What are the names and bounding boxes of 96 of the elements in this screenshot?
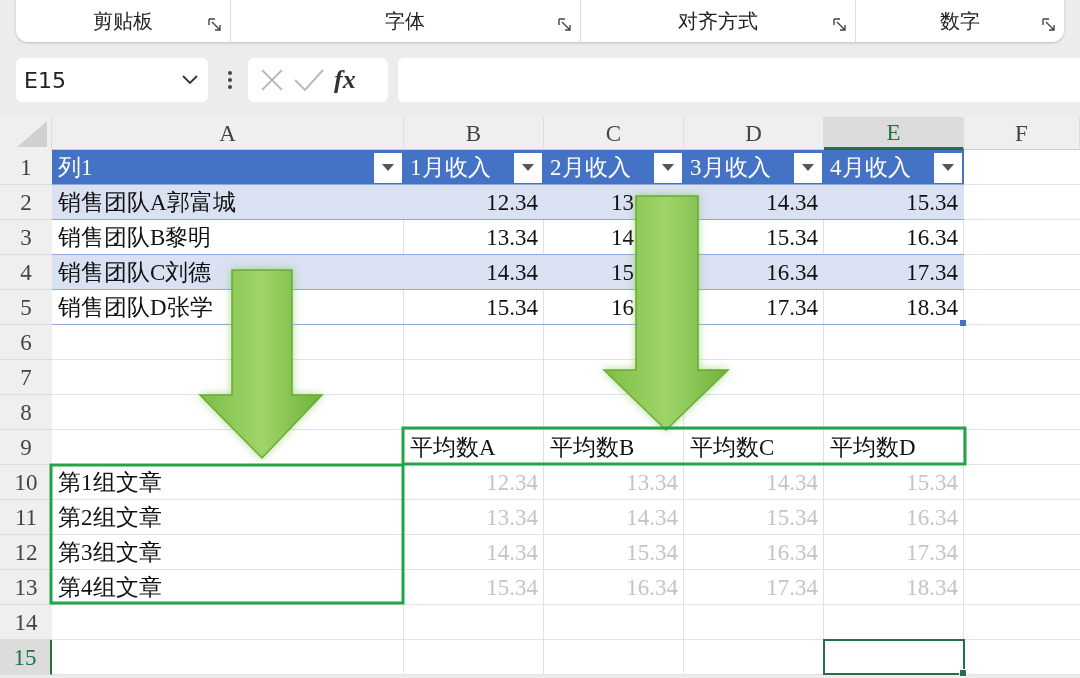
table-cell-text: 15.34 <box>905 189 959 216</box>
filter-dropdown-button[interactable] <box>654 152 682 183</box>
row-header[interactable]: 4 <box>0 255 52 290</box>
caret-icon <box>662 164 674 171</box>
more-options-icon[interactable] <box>228 71 232 89</box>
row-header[interactable]: 3 <box>0 220 52 255</box>
table-cell-text: 销售团队D张学 <box>57 294 214 322</box>
table-cell-text: 14 <box>610 224 635 251</box>
table-cell-text: 14.34 <box>485 259 539 286</box>
table-cell-text: 16.34 <box>765 259 819 286</box>
table-cell-text: 16.34 <box>905 504 959 531</box>
table-cell-text: 销售团队A郭富城 <box>57 189 237 217</box>
table-cell-text: 第1组文章 <box>57 469 163 497</box>
table-cell-text: 16.34 <box>905 224 959 251</box>
table-cell-text: 第3组文章 <box>57 539 163 567</box>
table-cell-text: 15.34 <box>485 294 539 321</box>
table-cell-text: 第4组文章 <box>57 574 163 602</box>
row-header[interactable]: 13 <box>0 570 52 605</box>
table-cell-text: 16 <box>610 294 635 321</box>
column-header[interactable]: C <box>544 117 684 150</box>
dialog-launcher-icon[interactable] <box>207 18 222 32</box>
row-header[interactable]: 7 <box>0 360 52 395</box>
table-cell-text: 12.34 <box>485 469 539 496</box>
ribbon-group-label: 剪贴板 <box>92 7 153 35</box>
table-cell-text: 13.34 <box>485 224 539 251</box>
column-header[interactable]: F <box>964 117 1080 150</box>
table-cell-text: 17.34 <box>765 294 819 321</box>
table-resize-handle[interactable] <box>960 320 966 326</box>
row-header[interactable]: 11 <box>0 500 52 535</box>
caret-icon <box>942 164 954 171</box>
ribbon-group-label: 对齐方式 <box>678 7 759 35</box>
ribbon-group-label: 字体 <box>385 7 426 35</box>
ribbon-group-label: 数字 <box>940 7 981 35</box>
table-header-text: 列1 <box>57 154 94 182</box>
row-header[interactable]: 1 <box>0 150 52 185</box>
table-cell-text: 平均数A <box>409 434 497 462</box>
table-cell-text: 18.34 <box>905 574 959 601</box>
column-header[interactable]: A <box>52 117 404 150</box>
table-cell-text: 13 <box>610 189 635 216</box>
table-cell-text: 第2组文章 <box>57 504 163 532</box>
dialog-launcher-icon[interactable] <box>558 18 573 32</box>
table-header-text: 4月收入 <box>829 154 912 182</box>
table-cell-text: 平均数D <box>829 434 917 462</box>
table-header-text: 2月收入 <box>549 154 632 182</box>
row-header[interactable]: 10 <box>0 465 52 500</box>
row-header[interactable]: 6 <box>0 325 52 360</box>
table-cell-text: 14.34 <box>625 504 679 531</box>
table-cell-text: 16.34 <box>625 574 679 601</box>
table-cell-text: 销售团队B黎明 <box>57 224 213 252</box>
row-header[interactable]: 15 <box>0 640 52 675</box>
table-cell-text: 13.34 <box>625 469 679 496</box>
table-cell-text: 13.34 <box>485 504 539 531</box>
table-cell-text: 销售团队C刘德 <box>57 259 213 287</box>
active-cell-outline[interactable] <box>823 639 965 675</box>
table-header-text: 3月收入 <box>689 154 772 182</box>
row-header[interactable]: 2 <box>0 185 52 220</box>
table-cell-text: 平均数B <box>549 434 636 462</box>
row-header[interactable]: 12 <box>0 535 52 570</box>
table-cell-text: 14.34 <box>765 189 819 216</box>
table-cell-text: 16.34 <box>765 539 819 566</box>
table-cell-text: 15.34 <box>485 574 539 601</box>
row-header[interactable]: 8 <box>0 395 52 430</box>
table-cell-text: 15.34 <box>765 224 819 251</box>
table-cell-text: 17.34 <box>905 259 959 286</box>
table-cell-text: 15.34 <box>905 469 959 496</box>
row-header[interactable]: 5 <box>0 290 52 325</box>
column-header[interactable]: E <box>824 117 964 150</box>
caret-icon <box>522 164 534 171</box>
table-cell-text: 12.34 <box>485 189 539 216</box>
filter-dropdown-button[interactable] <box>934 152 962 183</box>
table-cell-text: 15.34 <box>765 504 819 531</box>
name-box[interactable]: E15 <box>16 58 208 102</box>
dialog-launcher-icon[interactable] <box>833 18 848 32</box>
table-cell-text: 15.34 <box>625 539 679 566</box>
filter-dropdown-button[interactable] <box>794 152 822 183</box>
check-icon[interactable] <box>294 69 324 91</box>
column-header[interactable]: D <box>684 117 824 150</box>
dialog-launcher-icon[interactable] <box>1042 18 1056 32</box>
table-cell-text: 17.34 <box>765 574 819 601</box>
chevron-down-icon <box>182 75 198 85</box>
table-cell-text: 18.34 <box>905 294 959 321</box>
table-header-text: 1月收入 <box>409 154 492 182</box>
row-header[interactable]: 14 <box>0 605 52 640</box>
caret-icon <box>802 164 814 171</box>
table-cell-text: 17.34 <box>905 539 959 566</box>
row-header[interactable]: 9 <box>0 430 52 465</box>
filter-dropdown-button[interactable] <box>514 152 542 183</box>
table-cell-text: 15 <box>610 259 635 286</box>
insert-function-button[interactable]: fx <box>334 65 356 95</box>
table-cell-text: 平均数C <box>689 434 776 462</box>
filter-dropdown-button[interactable] <box>374 152 402 183</box>
table-cell-text: 14.34 <box>485 539 539 566</box>
caret-icon <box>382 164 394 171</box>
column-header[interactable]: B <box>404 117 544 150</box>
triangle-icon <box>17 121 47 147</box>
table-cell-text: 14.34 <box>765 469 819 496</box>
